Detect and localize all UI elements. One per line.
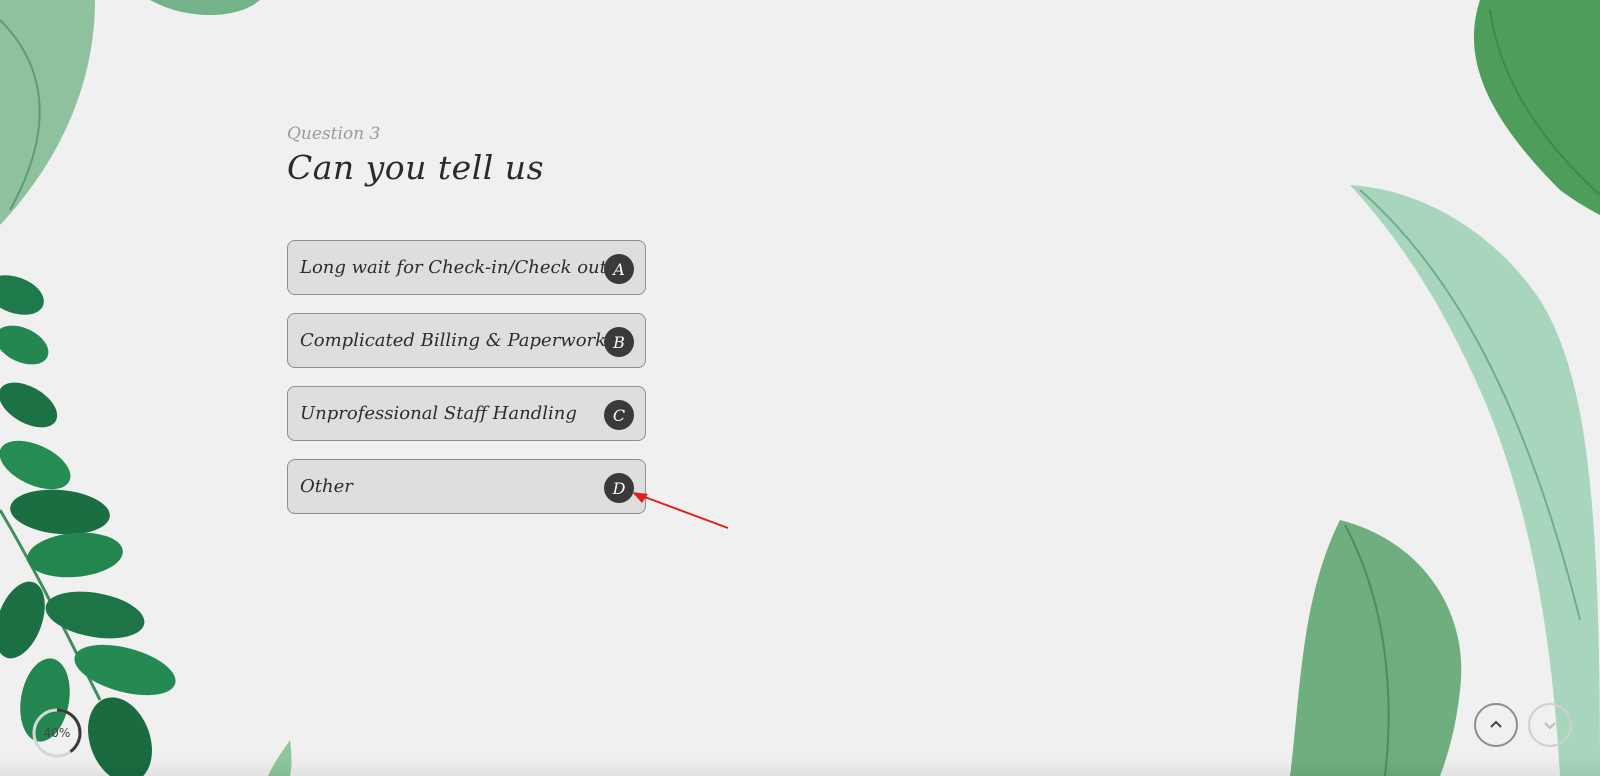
progress-percent: 40% bbox=[43, 726, 71, 740]
option-b[interactable]: Complicated Billing & Paperwork B bbox=[287, 313, 646, 368]
option-key-badge: A bbox=[604, 254, 634, 284]
question-header: Question 3 Can you tell us bbox=[287, 124, 544, 187]
option-label: Unprofessional Staff Handling bbox=[300, 403, 577, 424]
option-label: Complicated Billing & Paperwork bbox=[300, 330, 607, 351]
option-label: Other bbox=[300, 476, 353, 497]
option-label: Long wait for Check-in/Check out bbox=[300, 257, 607, 278]
next-question-button[interactable] bbox=[1528, 703, 1572, 747]
progress-indicator: 40% bbox=[30, 706, 84, 760]
survey-page: Question 3 Can you tell us Long wait for… bbox=[0, 0, 1600, 776]
option-d[interactable]: Other D bbox=[287, 459, 646, 514]
chevron-up-icon bbox=[1490, 720, 1502, 728]
chevron-down-icon bbox=[1544, 722, 1556, 730]
leaf-decoration bbox=[0, 0, 1600, 776]
option-c[interactable]: Unprofessional Staff Handling C bbox=[287, 386, 646, 441]
answer-options: Long wait for Check-in/Check out A Compl… bbox=[287, 240, 647, 532]
option-a[interactable]: Long wait for Check-in/Check out A bbox=[287, 240, 646, 295]
previous-question-button[interactable] bbox=[1474, 703, 1518, 747]
option-key-badge: B bbox=[604, 327, 634, 357]
option-key-badge: C bbox=[604, 400, 634, 430]
question-number: Question 3 bbox=[287, 124, 381, 144]
bottom-shade bbox=[0, 756, 1600, 776]
question-title: Can you tell us bbox=[287, 148, 544, 187]
option-key-badge: D bbox=[604, 473, 634, 503]
